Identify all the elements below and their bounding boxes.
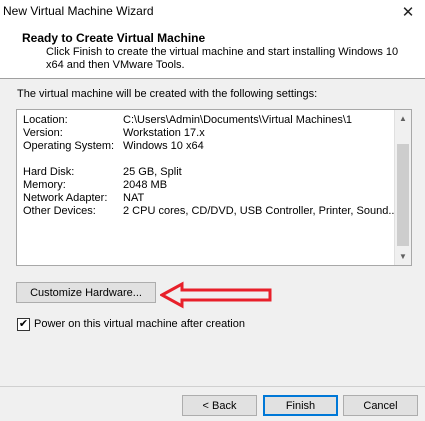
setting-label: Memory: (23, 179, 66, 191)
red-arrow-icon (160, 281, 272, 309)
setting-row-memory: Memory: 2048 MB (23, 179, 395, 192)
setting-row-other-devices: Other Devices: 2 CPU cores, CD/DVD, USB … (23, 205, 398, 218)
setting-label: Version: (23, 127, 63, 139)
settings-list: Location: C:\Users\Admin\Documents\Virtu… (23, 114, 398, 218)
power-on-checkbox[interactable]: ✔ (17, 317, 30, 331)
setting-row-network: Network Adapter: NAT (23, 192, 395, 205)
setting-row-os: Operating System: Windows 10 x64 (23, 140, 395, 153)
setting-label: Operating System: (23, 140, 115, 152)
setting-row-hard-disk: Hard Disk: 25 GB, Split (23, 166, 395, 179)
scroll-up-button[interactable]: ▲ (395, 110, 411, 127)
checkmark-icon: ✔ (18, 317, 29, 330)
page-description: Click Finish to create the virtual machi… (46, 46, 399, 71)
page-title: Ready to Create Virtual Machine (22, 31, 206, 45)
finish-button[interactable]: Finish (263, 395, 338, 416)
power-on-label: Power on this virtual machine after crea… (34, 318, 245, 330)
chevron-down-icon: ▼ (399, 252, 407, 261)
close-button[interactable]: ✕ (396, 2, 420, 22)
wizard-header: Ready to Create Virtual Machine Click Fi… (0, 24, 425, 78)
scrollbar-thumb[interactable] (397, 144, 409, 246)
cancel-button[interactable]: Cancel (343, 395, 418, 416)
close-icon: ✕ (401, 4, 415, 21)
title-bar: New Virtual Machine Wizard ✕ (0, 0, 425, 24)
setting-value: Windows 10 x64 (123, 140, 204, 152)
power-on-option[interactable]: ✔ Power on this virtual machine after cr… (17, 317, 245, 331)
setting-label: Hard Disk: (23, 166, 75, 178)
setting-label: Network Adapter: (23, 192, 108, 204)
customize-hardware-button[interactable]: Customize Hardware... (16, 282, 156, 303)
settings-intro: The virtual machine will be created with… (17, 88, 318, 100)
setting-value: Workstation 17.x (123, 127, 205, 139)
setting-row-spacer (23, 153, 395, 166)
vertical-scrollbar[interactable]: ▲ ▼ (394, 110, 411, 265)
setting-label: Other Devices: (23, 205, 96, 217)
setting-value: NAT (123, 192, 145, 204)
setting-row-version: Version: Workstation 17.x (23, 127, 395, 140)
setting-value: C:\Users\Admin\Documents\Virtual Machine… (123, 114, 353, 126)
setting-value: 25 GB, Split (123, 166, 182, 178)
setting-row-location: Location: C:\Users\Admin\Documents\Virtu… (23, 114, 395, 127)
chevron-up-icon: ▲ (399, 114, 407, 123)
setting-label: Location: (23, 114, 68, 126)
window-title: New Virtual Machine Wizard (3, 4, 154, 18)
setting-value: 2048 MB (123, 179, 168, 191)
setting-value: 2 CPU cores, CD/DVD, USB Controller, Pri… (123, 205, 398, 217)
scroll-down-button[interactable]: ▼ (395, 248, 411, 265)
settings-summary-box[interactable]: Location: C:\Users\Admin\Documents\Virtu… (16, 109, 412, 266)
back-button[interactable]: < Back (182, 395, 257, 416)
